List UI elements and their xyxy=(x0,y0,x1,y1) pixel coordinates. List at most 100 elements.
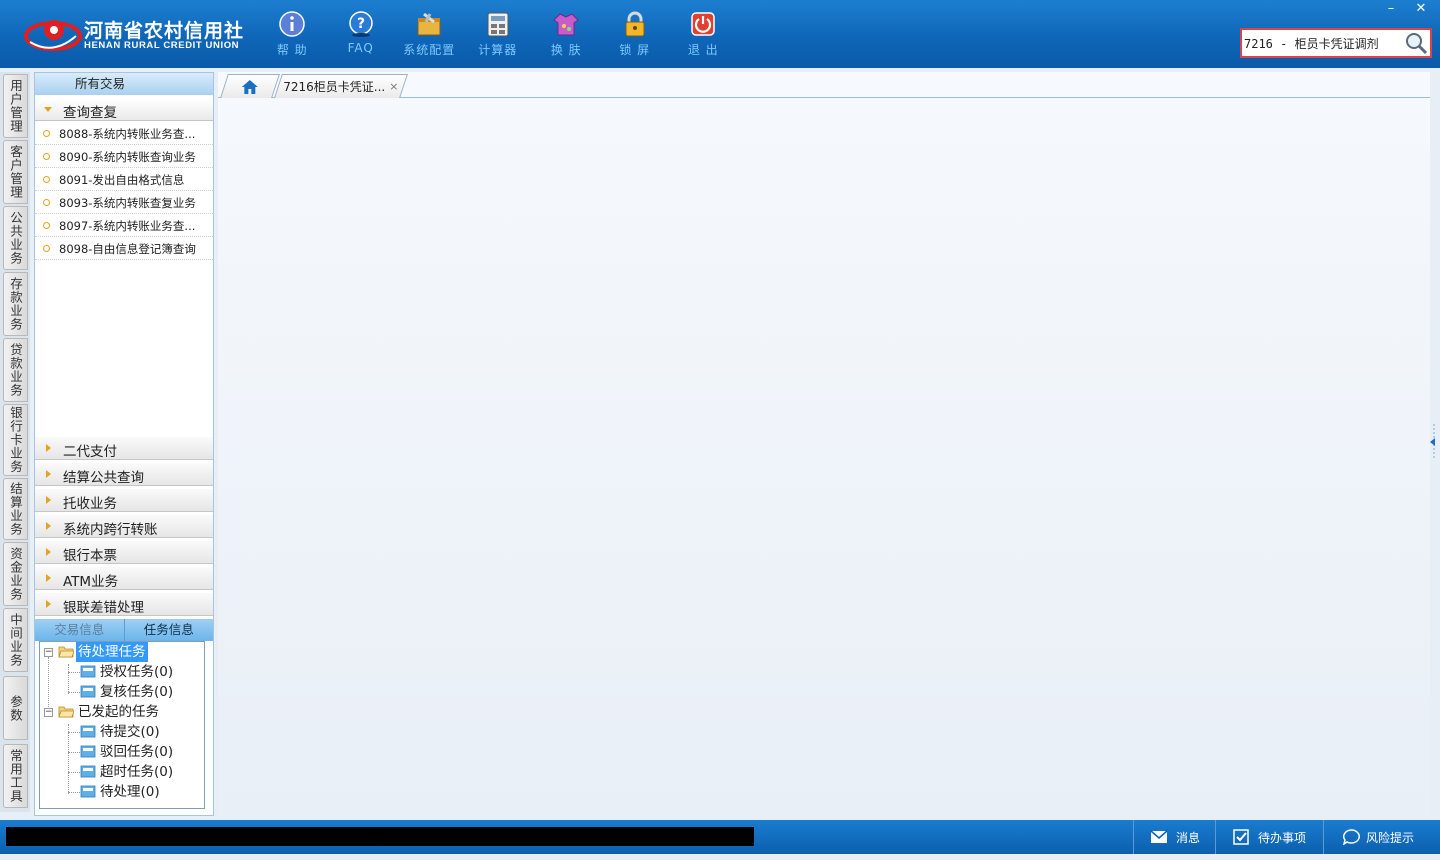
tree-guide xyxy=(68,732,80,733)
system-config-button[interactable]: 系统配置 xyxy=(395,8,464,64)
bullet-icon xyxy=(43,153,50,160)
tab-home[interactable] xyxy=(220,74,280,98)
app-header: 河南省农村信用社 HENAN RURAL CREDIT UNION 帮 助 ? … xyxy=(0,0,1440,68)
change-skin-button[interactable]: 换 肤 xyxy=(532,8,601,64)
exit-icon xyxy=(691,12,715,36)
transaction-panel: 所有交易 查询查复 8088-系统内转账业务查... 8090-系统内转账查询业… xyxy=(34,72,214,816)
status-bar: 消息 待办事项 风险提示 xyxy=(0,820,1440,854)
bullet-icon xyxy=(43,245,50,252)
folder-icon xyxy=(80,725,96,738)
messages-button[interactable]: 消息 xyxy=(1133,820,1215,854)
main-workspace: 7216柜员卡凭证... × xyxy=(218,72,1435,816)
tab-7216[interactable]: 7216柜员卡凭证... × xyxy=(274,74,408,98)
vtab-settlement-business[interactable]: 结算业务 xyxy=(3,478,28,540)
accordion-bank-draft[interactable]: 银行本票 xyxy=(35,540,213,564)
config-icon xyxy=(417,12,441,36)
tree-guide xyxy=(68,692,80,693)
lock-icon xyxy=(625,11,644,37)
exit-button[interactable]: 退 出 xyxy=(669,8,738,64)
collapse-toggle[interactable]: − xyxy=(44,708,53,717)
faq-icon: ? xyxy=(348,11,373,37)
module-tabs: 用户管理 客户管理 公共业务 存款业务 贷款业务 银行卡业务 结算业务 资金业务… xyxy=(0,72,30,812)
accordion-query-reply[interactable]: 查询查复 xyxy=(35,97,213,121)
caret-down-icon xyxy=(44,107,52,112)
window-controls: – ✕ xyxy=(1376,0,1436,18)
vtab-public-business[interactable]: 公共业务 xyxy=(3,206,28,270)
tab-task-info[interactable]: 任务信息 xyxy=(123,619,214,641)
transaction-search-input[interactable] xyxy=(1244,33,1402,53)
search-icon[interactable] xyxy=(1403,31,1429,55)
calculator-button[interactable]: 计算器 xyxy=(464,8,533,64)
folder-icon xyxy=(80,785,96,798)
caret-right-icon xyxy=(46,444,51,452)
help-icon xyxy=(279,11,305,37)
system-config-label: 系统配置 xyxy=(403,43,456,57)
risk-alert-button[interactable]: 风险提示 xyxy=(1323,820,1440,854)
tree-guide xyxy=(68,752,80,753)
minimize-button[interactable]: – xyxy=(1376,0,1406,18)
chat-bubble-icon xyxy=(1342,829,1360,845)
accordion-second-gen-payment[interactable]: 二代支付 xyxy=(35,436,213,460)
logo-chinese-name: 河南省农村信用社 xyxy=(84,20,245,42)
collapse-toggle[interactable]: − xyxy=(44,648,53,657)
tab-transaction-info[interactable]: 交易信息 xyxy=(35,619,124,641)
vtab-parameters[interactable]: 参数 xyxy=(3,676,28,740)
svg-text:?: ? xyxy=(356,16,364,32)
bullet-icon xyxy=(43,199,50,206)
close-window-button[interactable]: ✕ xyxy=(1406,0,1436,18)
vtab-deposit-business[interactable]: 存款业务 xyxy=(3,272,28,336)
lock-screen-label: 锁 屏 xyxy=(619,43,651,57)
todo-button[interactable]: 待办事项 xyxy=(1215,820,1323,854)
vtab-loan-business[interactable]: 贷款业务 xyxy=(3,338,28,402)
tree-guide xyxy=(68,672,80,673)
lock-screen-button[interactable]: 锁 屏 xyxy=(601,8,670,64)
vtab-intermediary-business[interactable]: 中间业务 xyxy=(3,608,28,672)
caret-right-icon xyxy=(46,574,51,582)
caret-right-icon xyxy=(46,496,51,504)
logo-english-name: HENAN RURAL CREDIT UNION xyxy=(84,40,240,51)
tab-title: 7216柜员卡凭证... xyxy=(283,80,386,94)
faq-button[interactable]: ? FAQ xyxy=(327,8,396,64)
caret-right-icon xyxy=(46,548,51,556)
calculator-icon xyxy=(487,12,508,37)
list-item[interactable]: 8093-系统内转账查复业务 xyxy=(35,191,213,214)
list-item[interactable]: 8097-系统内转账业务查... xyxy=(35,214,213,237)
vtab-user-management[interactable]: 用户管理 xyxy=(3,74,28,138)
all-transactions-header: 所有交易 xyxy=(35,73,213,95)
transaction-search xyxy=(1240,28,1432,58)
vtab-customer-management[interactable]: 客户管理 xyxy=(3,140,28,204)
vtab-fund-business[interactable]: 资金业务 xyxy=(3,542,28,606)
vtab-common-tools[interactable]: 常用工具 xyxy=(3,744,28,808)
logo: 河南省农村信用社 HENAN RURAL CREDIT UNION xyxy=(24,14,243,54)
vtab-bank-card-business[interactable]: 银行卡业务 xyxy=(3,404,28,476)
info-tabs: 交易信息 任务信息 xyxy=(35,619,213,641)
accordion-collection[interactable]: 托收业务 xyxy=(35,488,213,512)
list-item[interactable]: 8088-系统内转账业务查... xyxy=(35,122,213,145)
help-button[interactable]: 帮 助 xyxy=(258,8,327,64)
tree-guide xyxy=(68,772,80,773)
accordion-atm[interactable]: ATM业务 xyxy=(35,566,213,590)
folder-icon xyxy=(80,745,96,758)
list-item[interactable]: 8090-系统内转账查询业务 xyxy=(35,145,213,168)
accordion-interbank-transfer[interactable]: 系统内跨行转账 xyxy=(35,514,213,538)
caret-right-icon xyxy=(46,470,51,478)
status-message-area xyxy=(6,827,754,846)
tree-guide xyxy=(68,724,69,794)
caret-right-icon xyxy=(46,522,51,530)
tree-guide xyxy=(68,664,69,694)
panel-collapse-icon[interactable] xyxy=(1428,422,1438,462)
close-icon[interactable]: × xyxy=(389,80,398,93)
bullet-icon xyxy=(43,130,50,137)
list-item[interactable]: 8098-自由信息登记簿查询 xyxy=(35,237,213,260)
folder-icon xyxy=(80,685,96,698)
accordion-settlement-query[interactable]: 结算公共查询 xyxy=(35,462,213,486)
folder-open-icon xyxy=(58,646,74,658)
folder-open-icon xyxy=(58,706,74,718)
list-item[interactable]: 8091-发出自由格式信息 xyxy=(35,168,213,191)
change-skin-label: 换 肤 xyxy=(550,43,582,57)
help-label: 帮 助 xyxy=(276,43,308,57)
mail-icon xyxy=(1150,830,1168,843)
accordion-unionpay-error[interactable]: 银联差错处理 xyxy=(35,592,213,616)
task-tree: − 待处理任务 授权任务(0) 复核任务(0) − 已发起的任务 待提交(0) … xyxy=(39,641,205,809)
tab-bar: 7216柜员卡凭证... × xyxy=(218,72,1430,98)
